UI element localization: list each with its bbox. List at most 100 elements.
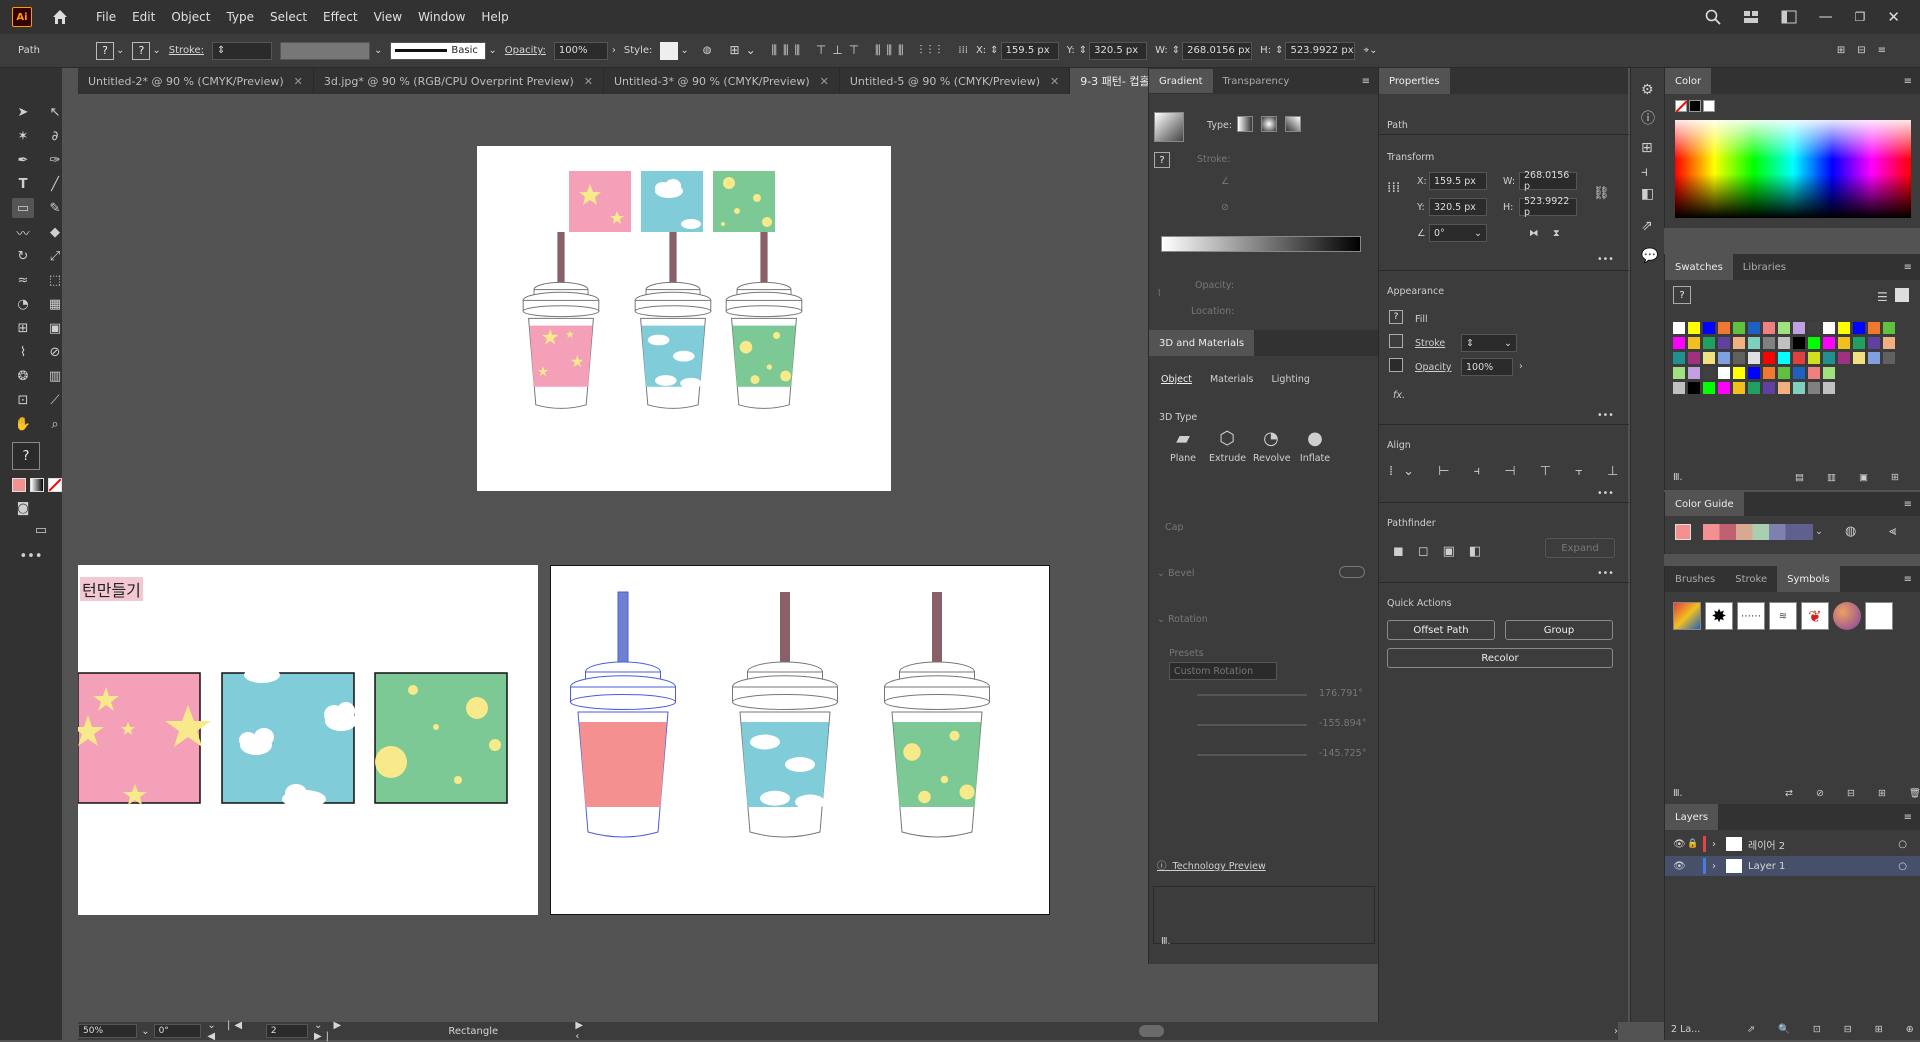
layer-row[interactable]: 👁 🔒 › 레이어 2 ○ <box>1665 834 1920 854</box>
artboard-1[interactable]: ★ ★ ★ ★ <box>477 146 891 491</box>
fx-icon[interactable]: fx. <box>1393 390 1405 401</box>
perspective-grid-icon[interactable]: ▦ <box>44 294 66 314</box>
recolor-icon[interactable]: ◍ <box>703 45 712 56</box>
color-swatch[interactable] <box>1673 367 1685 379</box>
home-icon[interactable] <box>50 7 70 27</box>
stroke-weight-input[interactable]: ⇕ <box>212 41 273 60</box>
rotation-z-value[interactable]: -145.725° <box>1319 748 1366 759</box>
color-swatch[interactable] <box>1793 337 1805 349</box>
search-icon[interactable] <box>1705 9 1721 25</box>
color-swatch[interactable] <box>1823 367 1835 379</box>
color-swatch[interactable] <box>1808 367 1820 379</box>
graphic-style-swatch[interactable] <box>660 41 679 60</box>
color-swatch[interactable] <box>1733 337 1745 349</box>
menu-item-help[interactable]: Help <box>473 10 516 24</box>
rotation-preset-select[interactable]: Custom Rotation <box>1169 662 1277 680</box>
target-icon[interactable]: ○ <box>1898 839 1907 850</box>
opacity-input[interactable]: 100% <box>553 41 608 60</box>
stroke-weight-prop[interactable]: ⇕ ⌄ <box>1461 334 1517 352</box>
line-tool-icon[interactable]: ╱ <box>44 174 66 194</box>
color-swatch[interactable] <box>1793 352 1805 364</box>
layer-name[interactable]: Layer 1 <box>1748 861 1898 872</box>
linear-gradient-icon[interactable] <box>1237 116 1253 132</box>
prop-angle-input[interactable]: 0° ⌄ <box>1429 224 1487 242</box>
fill-swatch[interactable]: ? <box>96 41 114 60</box>
harmony-icon[interactable]: ⫷ <box>1889 524 1896 539</box>
rotate-tool-icon[interactable]: ↻ <box>12 246 34 266</box>
workspace-icon[interactable] <box>1781 10 1797 24</box>
close-tab-icon[interactable]: ✕ <box>294 75 303 88</box>
symbols-menu-icon[interactable]: ≡ <box>1904 574 1912 585</box>
color-swatch[interactable] <box>1748 322 1760 334</box>
minimize-icon[interactable]: — <box>1819 9 1833 25</box>
fill-stroke-indicator[interactable]: ? <box>12 442 40 470</box>
hand-tool-icon[interactable]: ✋ <box>12 414 34 434</box>
symbol-splat[interactable]: ✸ <box>1705 602 1733 630</box>
color-swatch[interactable] <box>1793 367 1805 379</box>
group-button[interactable]: Group <box>1505 620 1613 640</box>
visibility-eye-icon[interactable]: 👁 <box>1673 861 1687 872</box>
blend-tool-icon[interactable]: ⊘ <box>44 342 66 362</box>
rotation-x-value[interactable]: 176.791° <box>1319 688 1363 699</box>
tab-symbols[interactable]: Symbols <box>1777 566 1840 592</box>
color-swatch[interactable] <box>1808 382 1820 394</box>
comments-panel-icon[interactable]: 💬 <box>1641 248 1658 264</box>
color-swatch[interactable] <box>1733 322 1745 334</box>
pen-tool-icon[interactable]: ✒ <box>12 150 34 170</box>
align-panel-icon[interactable]: ⫞ <box>1641 164 1648 180</box>
warp-tool-icon[interactable]: ≈ <box>12 270 34 290</box>
scale-tool-icon[interactable]: ⤢ <box>44 246 66 266</box>
flip-vertical-icon[interactable]: ⧗ <box>1553 228 1560 239</box>
symbol-grass[interactable]: ⋯⋯ <box>1737 602 1765 630</box>
direct-selection-tool-icon[interactable]: ↖ <box>44 102 66 122</box>
constrain-proportions-icon[interactable]: ⛓ <box>1593 186 1610 201</box>
close-tab-icon[interactable]: ✕ <box>584 75 593 88</box>
menu-item-type[interactable]: Type <box>218 10 262 24</box>
prop-x-input[interactable]: 159.5 px <box>1429 172 1487 190</box>
reference-point-icon[interactable]: ⁞⁞⁞ <box>958 45 968 56</box>
prop-y-input[interactable]: 320.5 px <box>1429 198 1487 216</box>
align-icons[interactable]: ⊞⌄ ⫼⫼⫼ ⊤⊥⊤ ⫼⫼⫼ ⫶⫶⫶ <box>730 43 947 58</box>
type-tool-icon[interactable]: T <box>12 174 34 194</box>
export-panel-icon[interactable]: ⇗ <box>1641 218 1653 234</box>
3d-tab-lighting[interactable]: Lighting <box>1272 374 1310 385</box>
3d-tab-materials[interactable]: Materials <box>1210 374 1254 385</box>
layer-actions-icons[interactable]: ⇗ 🔍 ⊡ ⊟ ⊞ ⊕ 🗑 <box>1747 1024 1920 1035</box>
lasso-icon[interactable]: ∂ <box>44 126 66 146</box>
info-panel-icon[interactable]: ⓘ <box>1641 108 1655 128</box>
tab-swatches[interactable]: Swatches <box>1665 254 1733 280</box>
3d-type-extrude[interactable]: ⬡ Extrude <box>1209 428 1246 464</box>
3d-tab-object[interactable]: Object <box>1161 374 1192 385</box>
color-swatch[interactable] <box>1853 322 1865 334</box>
appearance-more-icon[interactable]: ••• <box>1597 410 1614 421</box>
isolate-icons[interactable]: ⊞⊟≡ <box>1837 45 1898 56</box>
symbol-corner[interactable] <box>1865 602 1893 630</box>
menu-item-window[interactable]: Window <box>410 10 473 24</box>
menu-item-view[interactable]: View <box>366 10 410 24</box>
color-swatch[interactable] <box>1688 322 1700 334</box>
close-tab-icon[interactable]: ✕ <box>1050 75 1059 88</box>
color-swatch[interactable] <box>1823 337 1835 349</box>
reference-point-grid-icon[interactable]: ⁞⁞⁞ <box>1387 180 1400 196</box>
document-tab[interactable]: Untitled-2* @ 90 % (CMYK/Preview) ✕ <box>78 68 314 94</box>
rectangle-tool-icon[interactable]: ▭ <box>12 198 34 218</box>
color-harmony-strip[interactable] <box>1703 524 1813 540</box>
edit-colors-icon[interactable]: ◍ <box>1845 524 1856 539</box>
color-swatch[interactable] <box>1673 322 1685 334</box>
status-menu-icon[interactable]: ▶ ‹ <box>575 1020 589 1042</box>
library-icon[interactable]: Ⅲ. <box>1161 936 1171 947</box>
color-swatch[interactable] <box>1778 322 1790 334</box>
color-swatch[interactable] <box>1778 352 1790 364</box>
rotation-y-slider[interactable] <box>1197 724 1307 726</box>
menu-item-object[interactable]: Object <box>163 10 218 24</box>
color-mode-icon[interactable] <box>12 478 26 492</box>
canvas[interactable]: ★ ★ ★ ★ 턴만들기 <box>78 94 1148 1022</box>
color-swatch[interactable] <box>1823 322 1835 334</box>
color-swatch[interactable] <box>1883 322 1895 334</box>
transform-more-icon[interactable]: ••• <box>1597 254 1614 265</box>
properties-panel-icon[interactable]: ⚙ <box>1641 82 1654 98</box>
tab-color-guide[interactable]: Color Guide <box>1665 492 1744 516</box>
symbol-actions-icons[interactable]: ⇄ ⊘ ⊟ ⊞ 🗑 <box>1785 788 1920 799</box>
color-swatch[interactable] <box>1793 322 1805 334</box>
swatches-fill-indicator[interactable]: ? <box>1673 286 1691 304</box>
